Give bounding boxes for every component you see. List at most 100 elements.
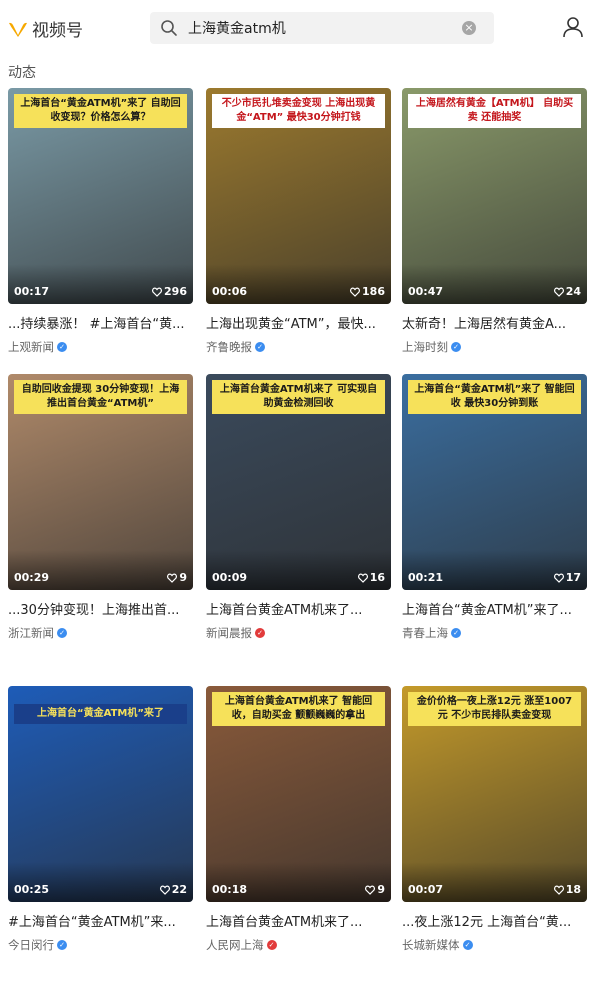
video-title[interactable]: #上海首台“黄金ATM机”来... — [8, 911, 193, 930]
heart-icon — [167, 573, 178, 583]
app-name: 视频号 — [32, 21, 83, 41]
video-card[interactable]: 金价价格一夜上涨12元 涨至1007元 不少市民排队卖金变现 00:07 18...… — [402, 686, 587, 953]
video-card[interactable]: 上海居然有黄金【ATM机】 自助买卖 还能抽奖 00:47 24 太新奇！上海居然有黄… — [402, 88, 587, 355]
author-name: 人民网上海 — [206, 938, 264, 952]
verified-badge-icon: ✓ — [462, 940, 473, 950]
search-icon — [161, 20, 177, 36]
video-thumbnail[interactable]: 上海首台“黄金ATM机”来了 00:25 22 — [8, 686, 193, 902]
verified-badge-icon: ✓ — [266, 940, 277, 950]
thumbnail-shade — [206, 550, 391, 590]
video-thumbnail[interactable]: 上海首台“黄金ATM机”来了 智能回收 最快30分钟到账 00:21 17 — [402, 374, 587, 590]
video-duration: 00:21 — [408, 571, 444, 584]
heart-icon — [553, 885, 564, 895]
video-thumbnail[interactable]: 上海居然有黄金【ATM机】 自助买卖 还能抽奖 00:47 24 — [402, 88, 587, 304]
video-title[interactable]: 上海首台黄金ATM机来了... — [206, 911, 391, 930]
video-card[interactable]: 自助回收金提现 30分钟变现！上海推出首台黄金“ATM机” 00:29 9 ...30… — [8, 374, 193, 641]
verified-badge-icon: ✓ — [255, 628, 265, 638]
verified-badge-icon: ✓ — [57, 628, 67, 638]
video-thumbnail[interactable]: 上海首台黄金ATM机来了 智能回收，自助买金 颤颤巍巍的拿出 00:18 9 — [206, 686, 391, 902]
video-title[interactable]: ...夜上涨12元 上海首台“黄... — [402, 911, 587, 930]
like-count: 17 — [553, 571, 581, 584]
like-count-value: 9 — [377, 883, 385, 896]
thumbnail-shade — [402, 550, 587, 590]
author-name: 今日闵行 — [8, 938, 54, 952]
video-duration: 00:17 — [14, 285, 50, 298]
top-bar: 视频号 × — [0, 0, 600, 56]
video-duration: 00:06 — [212, 285, 248, 298]
author-line[interactable]: 新闻晨报 ✓ — [206, 625, 391, 641]
heart-icon — [350, 287, 361, 297]
search-bar[interactable]: × — [150, 12, 494, 44]
video-card[interactable]: 上海首台“黄金ATM机”来了 自助回收变现？价格怎么算？ 00:17 296 ...持… — [8, 88, 193, 355]
like-count-value: 186 — [362, 285, 385, 298]
author-name: 浙江新闻 — [8, 626, 54, 640]
video-title[interactable]: 上海首台黄金ATM机来了... — [206, 599, 391, 618]
thumbnail-shade — [206, 862, 391, 902]
video-thumbnail[interactable]: 上海首台黄金ATM机来了 可实现自助黄金检测回收 00:09 16 — [206, 374, 391, 590]
like-count-value: 24 — [565, 285, 581, 298]
like-count: 22 — [159, 883, 187, 896]
heart-icon — [553, 573, 564, 583]
thumbnail-caption: 上海首台黄金ATM机来了 可实现自助黄金检测回收 — [212, 380, 385, 414]
author-line[interactable]: 人民网上海 ✓ — [206, 937, 391, 953]
author-name: 上观新闻 — [8, 340, 54, 354]
video-thumbnail[interactable]: 自助回收金提现 30分钟变现！上海推出首台黄金“ATM机” 00:29 9 — [8, 374, 193, 590]
search-input[interactable] — [188, 12, 458, 44]
video-title[interactable]: 上海首台“黄金ATM机”来了... — [402, 599, 587, 618]
thumbnail-caption: 上海首台“黄金ATM机”来了 — [14, 704, 187, 724]
video-card[interactable]: 上海首台黄金ATM机来了 可实现自助黄金检测回收 00:09 16 上海首台黄金ATM… — [206, 374, 391, 641]
thumbnail-caption: 不少市民扎堆卖金变现 上海出现黄金“ATM” 最快30分钟打钱 — [212, 94, 385, 128]
author-line[interactable]: 长城新媒体 ✓ — [402, 937, 587, 953]
like-count-value: 17 — [565, 571, 581, 584]
thumbnail-caption: 上海居然有黄金【ATM机】 自助买卖 还能抽奖 — [408, 94, 581, 128]
like-count: 186 — [350, 285, 385, 298]
thumbnail-shade — [8, 264, 193, 304]
like-count: 24 — [553, 285, 581, 298]
verified-badge-icon: ✓ — [451, 342, 461, 352]
thumbnail-shade — [8, 862, 193, 902]
thumbnail-shade — [402, 264, 587, 304]
author-name: 新闻晨报 — [206, 626, 252, 640]
clear-search-icon[interactable]: × — [462, 21, 476, 35]
video-card[interactable]: 不少市民扎堆卖金变现 上海出现黄金“ATM” 最快30分钟打钱 00:06 186 上… — [206, 88, 391, 355]
thumbnail-caption: 上海首台“黄金ATM机”来了 自助回收变现？价格怎么算？ — [14, 94, 187, 128]
channels-logo-icon — [9, 22, 27, 37]
user-profile-icon[interactable] — [561, 15, 585, 39]
thumbnail-shade — [8, 550, 193, 590]
video-title[interactable]: 太新奇！上海居然有黄金A... — [402, 313, 587, 332]
heart-icon — [357, 573, 368, 583]
thumbnail-caption: 上海首台“黄金ATM机”来了 智能回收 最快30分钟到账 — [408, 380, 581, 414]
video-card[interactable]: 上海首台“黄金ATM机”来了 00:25 22 #上海首台“黄金ATM机”来... 今日… — [8, 686, 193, 953]
video-thumbnail[interactable]: 金价价格一夜上涨12元 涨至1007元 不少市民排队卖金变现 00:07 18 — [402, 686, 587, 902]
video-duration: 00:09 — [212, 571, 248, 584]
thumbnail-caption: 金价价格一夜上涨12元 涨至1007元 不少市民排队卖金变现 — [408, 692, 581, 726]
video-thumbnail[interactable]: 不少市民扎堆卖金变现 上海出现黄金“ATM” 最快30分钟打钱 00:06 186 — [206, 88, 391, 304]
thumbnail-shade — [402, 862, 587, 902]
author-line[interactable]: 浙江新闻 ✓ — [8, 625, 193, 641]
app-logo[interactable]: 视频号 — [8, 16, 83, 41]
like-count: 18 — [553, 883, 581, 896]
author-line[interactable]: 上观新闻 ✓ — [8, 339, 193, 355]
heart-icon — [159, 885, 170, 895]
like-count: 9 — [365, 883, 385, 896]
heart-icon — [152, 287, 163, 297]
author-line[interactable]: 上海时刻 ✓ — [402, 339, 587, 355]
video-card[interactable]: 上海首台黄金ATM机来了 智能回收，自助买金 颤颤巍巍的拿出 00:18 9 上海首台… — [206, 686, 391, 953]
like-count-value: 18 — [565, 883, 581, 896]
author-line[interactable]: 齐鲁晚报 ✓ — [206, 339, 391, 355]
video-thumbnail[interactable]: 上海首台“黄金ATM机”来了 自助回收变现？价格怎么算？ 00:17 296 — [8, 88, 193, 304]
author-name: 齐鲁晚报 — [206, 340, 252, 354]
author-line[interactable]: 青春上海 ✓ — [402, 625, 587, 641]
like-count-value: 22 — [171, 883, 187, 896]
thumbnail-caption: 自助回收金提现 30分钟变现！上海推出首台黄金“ATM机” — [14, 380, 187, 414]
section-label: 动态 — [8, 65, 36, 81]
video-card[interactable]: 上海首台“黄金ATM机”来了 智能回收 最快30分钟到账 00:21 17 上海首台“… — [402, 374, 587, 641]
verified-badge-icon: ✓ — [57, 940, 67, 950]
like-count-value: 9 — [179, 571, 187, 584]
author-line[interactable]: 今日闵行 ✓ — [8, 937, 193, 953]
thumbnail-caption: 上海首台黄金ATM机来了 智能回收，自助买金 颤颤巍巍的拿出 — [212, 692, 385, 726]
video-title[interactable]: ...持续暴涨！ #上海首台“黄... — [8, 313, 193, 332]
video-title[interactable]: 上海出现黄金“ATM”，最快... — [206, 313, 391, 332]
author-name: 上海时刻 — [402, 340, 448, 354]
video-title[interactable]: ...30分钟变现！上海推出首... — [8, 599, 193, 618]
